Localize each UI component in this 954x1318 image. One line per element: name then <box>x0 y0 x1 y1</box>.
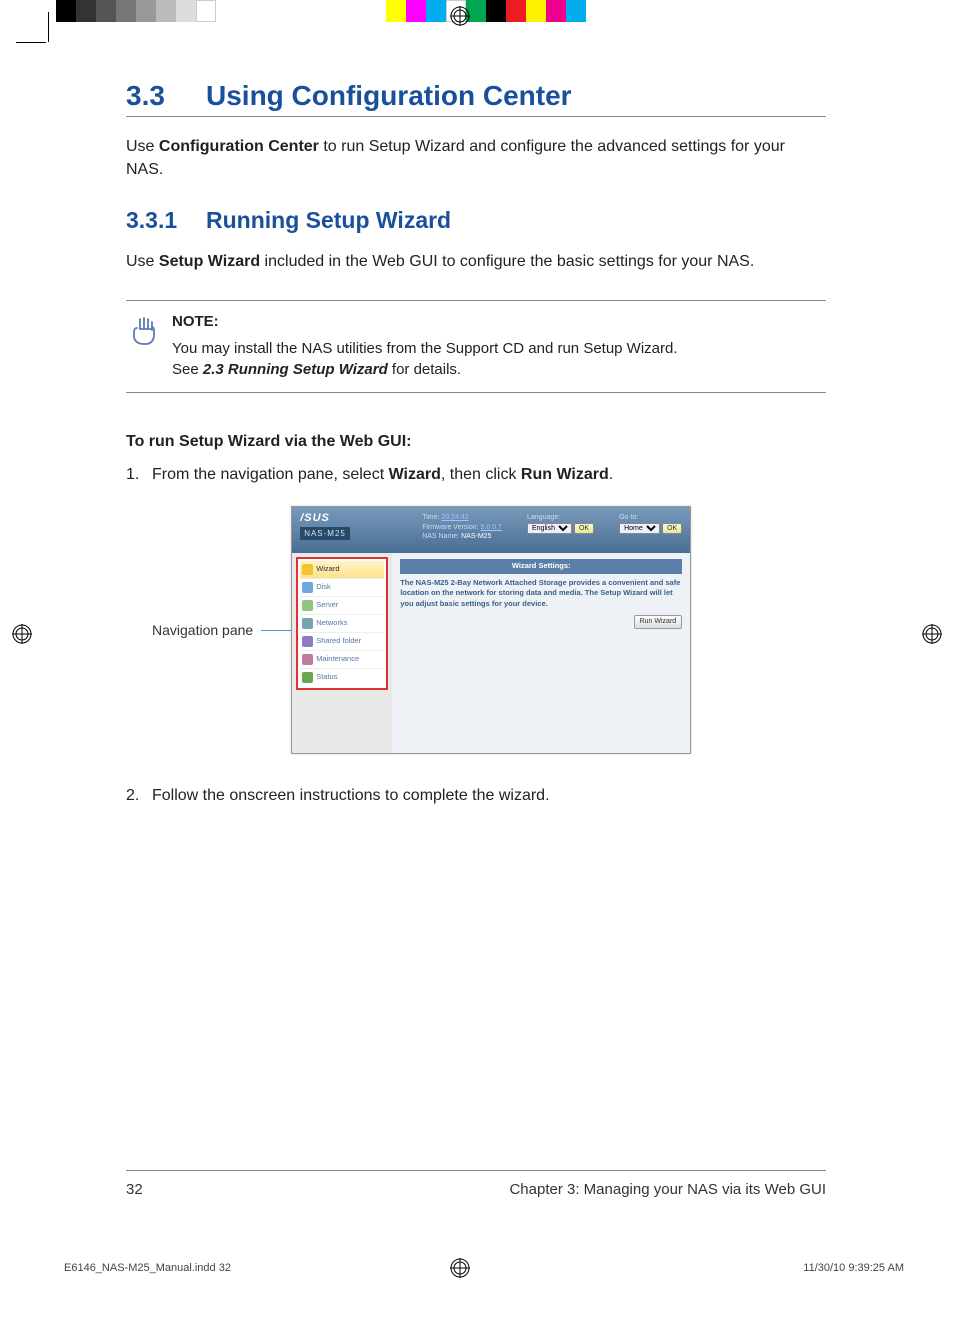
steps-list: From the navigation pane, select Wizard,… <box>126 463 826 807</box>
folder-icon <box>302 636 313 647</box>
section-heading: 3.3Using Configuration Center <box>126 80 826 117</box>
imprint-line: E6146_NAS-M25_Manual.indd 32 11/30/10 9:… <box>64 1262 904 1274</box>
nav-item-maintenance[interactable]: Maintenance <box>300 651 384 669</box>
procedure-heading: To run Setup Wizard via the Web GUI: <box>126 433 826 451</box>
note-label: NOTE: <box>172 311 826 332</box>
brand-logo: /SUS <box>300 511 330 527</box>
subsection-intro: Use Setup Wizard included in the Web GUI… <box>126 250 826 273</box>
main-panel: Wizard Settings: The NAS-M25 2-Bay Netwo… <box>392 553 690 753</box>
product-model: NAS-M25 <box>300 527 350 541</box>
wizard-icon <box>302 564 313 575</box>
crop-mark <box>16 42 46 43</box>
timestamp: 11/30/10 9:39:25 AM <box>803 1262 904 1274</box>
nav-item-networks[interactable]: Networks <box>300 615 384 633</box>
page-footer: 32 Chapter 3: Managing your NAS via its … <box>126 1170 826 1198</box>
page-content: 3.3Using Configuration Center Use Config… <box>126 80 826 825</box>
language-ok-button[interactable]: OK <box>574 523 594 534</box>
source-file: E6146_NAS-M25_Manual.indd 32 <box>64 1262 231 1274</box>
registration-mark-icon <box>12 624 32 644</box>
step-2: Follow the onscreen instructions to comp… <box>126 784 826 807</box>
panel-title: Wizard Settings: <box>400 559 682 574</box>
nav-item-disk[interactable]: Disk <box>300 579 384 597</box>
intro-paragraph: Use Configuration Center to run Setup Wi… <box>126 135 826 181</box>
section-number: 3.3 <box>126 80 206 112</box>
nav-item-wizard[interactable]: Wizard <box>300 561 384 579</box>
section-title-text: Using Configuration Center <box>206 80 572 111</box>
maintenance-icon <box>302 654 313 665</box>
page-number: 32 <box>126 1181 143 1198</box>
registration-mark-icon <box>922 624 942 644</box>
nav-item-shared-folder[interactable]: Shared folder <box>300 633 384 651</box>
nav-highlight-box: Wizard Disk Server Networks Shared folde… <box>296 557 388 690</box>
figure: Navigation pane /SUS NAS-M25 Time: 20:24… <box>152 506 826 754</box>
registration-mark-icon <box>450 6 470 26</box>
panel-description: The NAS-M25 2-Bay Network Attached Stora… <box>400 578 682 610</box>
callout-label: Navigation pane <box>152 620 253 640</box>
language-select[interactable]: English <box>527 523 572 534</box>
subsection-heading: 3.3.1Running Setup Wizard <box>126 207 826 234</box>
goto-ok-button[interactable]: OK <box>662 523 682 534</box>
screenshot-header: /SUS NAS-M25 Time: 20:24:42 Firmware Ver… <box>292 507 690 553</box>
note-text: NOTE: You may install the NAS utilities … <box>172 311 826 380</box>
server-icon <box>302 600 313 611</box>
crop-mark <box>48 12 49 42</box>
status-icon <box>302 672 313 683</box>
navigation-pane: Wizard Disk Server Networks Shared folde… <box>292 553 392 753</box>
networks-icon <box>302 618 313 629</box>
goto-select[interactable]: Home <box>619 523 660 534</box>
header-info: Time: 20:24:42 Firmware Version: 5.0.0.7… <box>422 513 682 542</box>
subsection-number: 3.3.1 <box>126 207 206 234</box>
registration-color-bar <box>0 0 954 22</box>
chapter-title: Chapter 3: Managing your NAS via its Web… <box>509 1181 826 1198</box>
step-1: From the navigation pane, select Wizard,… <box>126 463 826 754</box>
callout-leader-line <box>261 630 291 631</box>
note-callout: NOTE: You may install the NAS utilities … <box>126 300 826 393</box>
nav-item-server[interactable]: Server <box>300 597 384 615</box>
disk-icon <box>302 582 313 593</box>
nav-item-status[interactable]: Status <box>300 669 384 686</box>
subsection-title-text: Running Setup Wizard <box>206 207 451 233</box>
run-wizard-button[interactable]: Run Wizard <box>634 615 683 629</box>
hand-note-icon <box>126 311 172 380</box>
screenshot: /SUS NAS-M25 Time: 20:24:42 Firmware Ver… <box>291 506 691 754</box>
